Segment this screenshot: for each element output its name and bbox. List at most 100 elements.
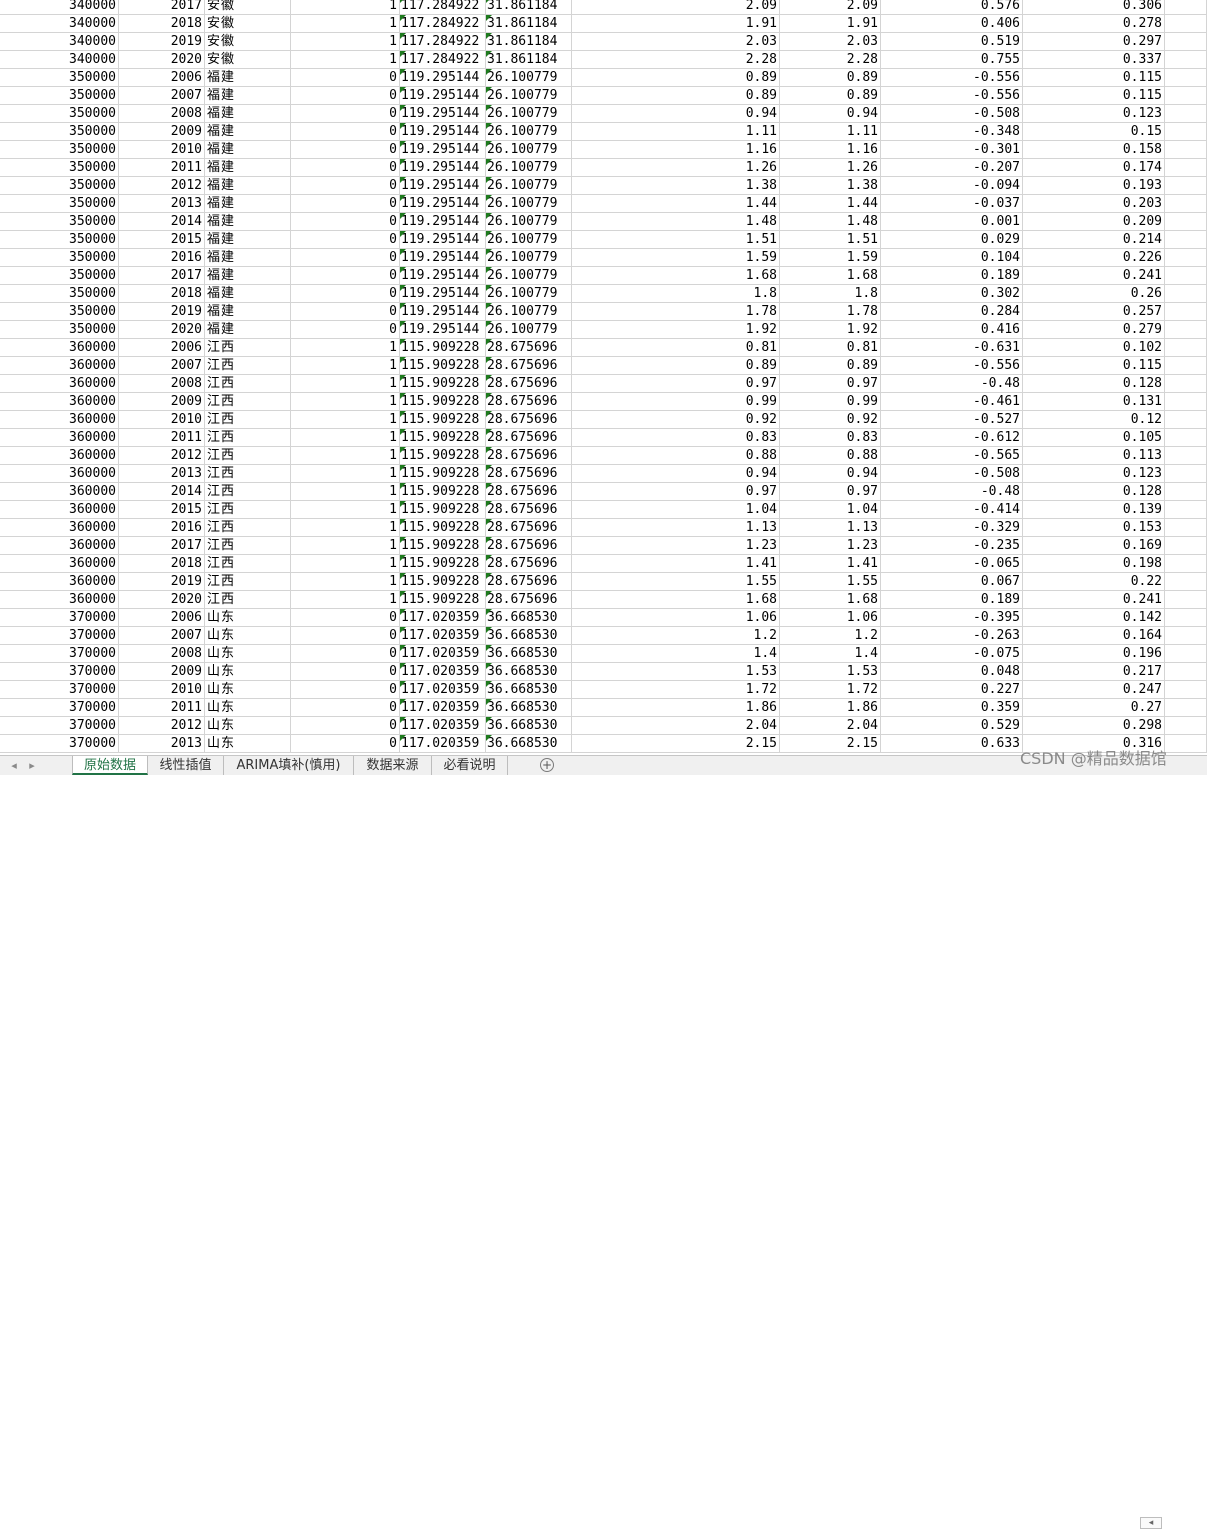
- cell-value-a[interactable]: 1.06: [572, 609, 780, 627]
- cell-flag[interactable]: 0: [291, 123, 400, 141]
- cell-value-a[interactable]: 2.03: [572, 33, 780, 51]
- cell-empty[interactable]: [1165, 357, 1207, 375]
- cell-year[interactable]: 2009: [119, 123, 205, 141]
- cell-year[interactable]: 2015: [119, 231, 205, 249]
- cell-longitude[interactable]: 119.295144: [400, 249, 486, 267]
- cell-index[interactable]: 0.27: [1023, 699, 1165, 717]
- cell-longitude[interactable]: 115.909228: [400, 555, 486, 573]
- cell-region-code[interactable]: 350000: [0, 213, 119, 231]
- cell-latitude[interactable]: 36.668530: [486, 663, 572, 681]
- cell-year[interactable]: 2012: [119, 177, 205, 195]
- cell-province[interactable]: 江西: [205, 591, 291, 609]
- cell-flag[interactable]: 1: [291, 591, 400, 609]
- cell-index[interactable]: 0.123: [1023, 105, 1165, 123]
- cell-province[interactable]: 福建: [205, 105, 291, 123]
- cell-province[interactable]: 山东: [205, 609, 291, 627]
- cell-longitude[interactable]: 117.020359: [400, 609, 486, 627]
- horizontal-scroll-left-icon[interactable]: ◂: [1140, 1517, 1162, 1529]
- cell-longitude[interactable]: 115.909228: [400, 519, 486, 537]
- cell-flag[interactable]: 0: [291, 69, 400, 87]
- cell-value-b[interactable]: 0.97: [780, 483, 881, 501]
- cell-latitude[interactable]: 36.668530: [486, 717, 572, 735]
- cell-index[interactable]: 0.241: [1023, 591, 1165, 609]
- cell-value-a[interactable]: 0.94: [572, 105, 780, 123]
- cell-value-b[interactable]: 1.59: [780, 249, 881, 267]
- cell-index[interactable]: 0.22: [1023, 573, 1165, 591]
- cell-year[interactable]: 2017: [119, 267, 205, 285]
- cell-year[interactable]: 2013: [119, 465, 205, 483]
- cell-value-b[interactable]: 0.99: [780, 393, 881, 411]
- cell-region-code[interactable]: 370000: [0, 609, 119, 627]
- cell-value-b[interactable]: 0.88: [780, 447, 881, 465]
- cell-latitude[interactable]: 36.668530: [486, 699, 572, 717]
- cell-empty[interactable]: [1165, 699, 1207, 717]
- cell-empty[interactable]: [1165, 681, 1207, 699]
- cell-region-code[interactable]: 350000: [0, 231, 119, 249]
- cell-longitude[interactable]: 119.295144: [400, 321, 486, 339]
- cell-longitude[interactable]: 119.295144: [400, 303, 486, 321]
- cell-value-b[interactable]: 1.78: [780, 303, 881, 321]
- cell-value-b[interactable]: 0.89: [780, 69, 881, 87]
- cell-score[interactable]: -0.207: [881, 159, 1023, 177]
- cell-province[interactable]: 福建: [205, 249, 291, 267]
- cell-value-b[interactable]: 1.51: [780, 231, 881, 249]
- cell-longitude[interactable]: 117.020359: [400, 663, 486, 681]
- cell-year[interactable]: 2013: [119, 195, 205, 213]
- cell-latitude[interactable]: 26.100779: [486, 177, 572, 195]
- cell-score[interactable]: -0.508: [881, 465, 1023, 483]
- cell-value-a[interactable]: 2.04: [572, 717, 780, 735]
- cell-index[interactable]: 0.26: [1023, 285, 1165, 303]
- cell-longitude[interactable]: 115.909228: [400, 393, 486, 411]
- cell-index[interactable]: 0.196: [1023, 645, 1165, 663]
- cell-value-b[interactable]: 2.15: [780, 735, 881, 753]
- cell-flag[interactable]: 0: [291, 717, 400, 735]
- cell-province[interactable]: 江西: [205, 447, 291, 465]
- cell-region-code[interactable]: 350000: [0, 105, 119, 123]
- cell-year[interactable]: 2007: [119, 87, 205, 105]
- cell-longitude[interactable]: 117.020359: [400, 735, 486, 753]
- cell-empty[interactable]: [1165, 195, 1207, 213]
- cell-region-code[interactable]: 350000: [0, 321, 119, 339]
- cell-index[interactable]: 0.209: [1023, 213, 1165, 231]
- cell-flag[interactable]: 1: [291, 555, 400, 573]
- cell-longitude[interactable]: 117.284922: [400, 33, 486, 51]
- cell-flag[interactable]: 0: [291, 267, 400, 285]
- cell-year[interactable]: 2009: [119, 393, 205, 411]
- cell-year[interactable]: 2010: [119, 141, 205, 159]
- cell-region-code[interactable]: 350000: [0, 159, 119, 177]
- cell-longitude[interactable]: 117.020359: [400, 717, 486, 735]
- cell-latitude[interactable]: 31.861184: [486, 0, 572, 15]
- cell-value-a[interactable]: 0.97: [572, 483, 780, 501]
- cell-flag[interactable]: 0: [291, 87, 400, 105]
- cell-score[interactable]: -0.565: [881, 447, 1023, 465]
- cell-region-code[interactable]: 340000: [0, 33, 119, 51]
- cell-province[interactable]: 福建: [205, 231, 291, 249]
- cell-year[interactable]: 2006: [119, 609, 205, 627]
- cell-province[interactable]: 山东: [205, 717, 291, 735]
- cell-flag[interactable]: 1: [291, 429, 400, 447]
- cell-year[interactable]: 2012: [119, 447, 205, 465]
- cell-flag[interactable]: 0: [291, 249, 400, 267]
- cell-province[interactable]: 江西: [205, 483, 291, 501]
- cell-region-code[interactable]: 370000: [0, 681, 119, 699]
- cell-longitude[interactable]: 115.909228: [400, 375, 486, 393]
- cell-region-code[interactable]: 350000: [0, 249, 119, 267]
- cell-latitude[interactable]: 28.675696: [486, 429, 572, 447]
- cell-longitude[interactable]: 115.909228: [400, 339, 486, 357]
- cell-year[interactable]: 2017: [119, 0, 205, 15]
- cell-empty[interactable]: [1165, 609, 1207, 627]
- cell-province[interactable]: 福建: [205, 285, 291, 303]
- cell-province[interactable]: 福建: [205, 69, 291, 87]
- cell-empty[interactable]: [1165, 573, 1207, 591]
- cell-score[interactable]: 0.755: [881, 51, 1023, 69]
- cell-value-a[interactable]: 0.97: [572, 375, 780, 393]
- cell-index[interactable]: 0.226: [1023, 249, 1165, 267]
- cell-empty[interactable]: [1165, 645, 1207, 663]
- cell-longitude[interactable]: 115.909228: [400, 411, 486, 429]
- cell-year[interactable]: 2017: [119, 537, 205, 555]
- cell-longitude[interactable]: 115.909228: [400, 537, 486, 555]
- cell-value-a[interactable]: 1.23: [572, 537, 780, 555]
- cell-empty[interactable]: [1165, 627, 1207, 645]
- cell-flag[interactable]: 1: [291, 375, 400, 393]
- cell-latitude[interactable]: 26.100779: [486, 159, 572, 177]
